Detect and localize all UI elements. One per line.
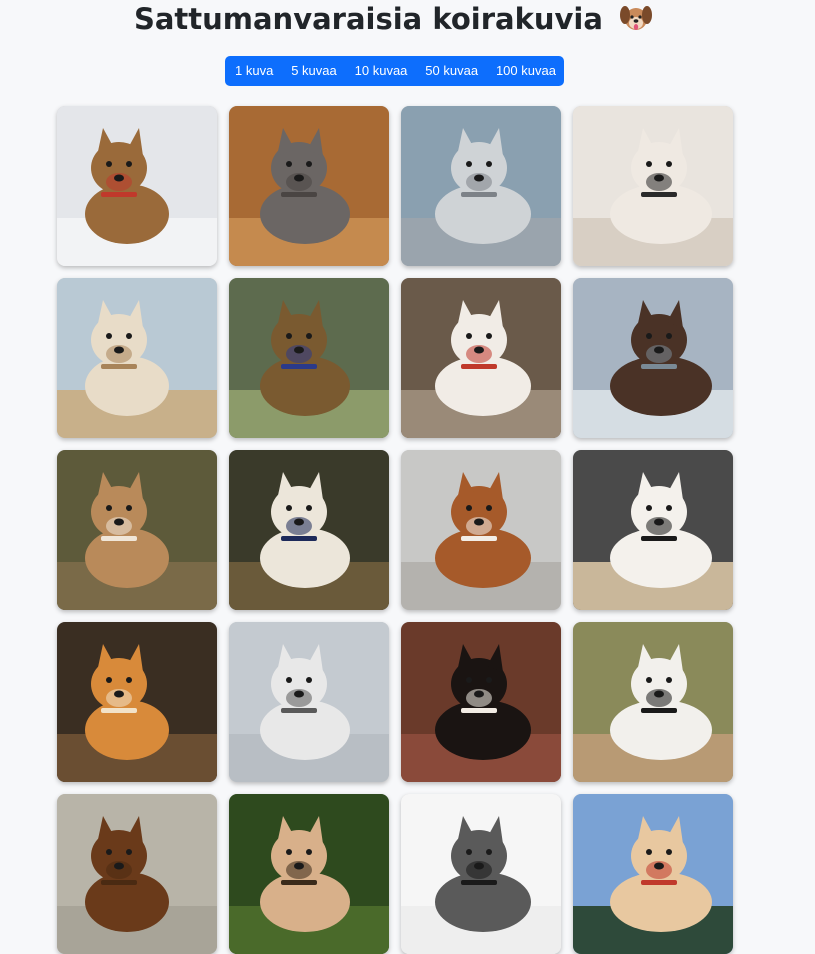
button-1-image[interactable]: 1 kuva xyxy=(235,56,273,86)
button-100-images[interactable]: 100 kuvaa xyxy=(496,56,556,86)
dog-image-dog-by-lake xyxy=(573,278,733,438)
dog-image-corgi-tricolor xyxy=(401,278,561,438)
dog-image-grey-poodle-on-floor xyxy=(229,106,389,266)
dog-image-white-fluffy-dog xyxy=(573,106,733,266)
page-title: Sattumanvaraisia koirakuvia xyxy=(0,0,787,38)
dog-image-swiss-mountain-dog xyxy=(401,622,561,782)
page-title-text: Sattumanvaraisia koirakuvia xyxy=(133,2,603,36)
dog-image-white-dog-standing xyxy=(57,278,217,438)
dog-image-husky-closeup xyxy=(401,106,561,266)
image-count-button-group: 1 kuva 5 kuvaa 10 kuvaa 50 kuvaa 100 kuv… xyxy=(225,56,564,86)
dog-image-french-bulldog-sitting xyxy=(573,622,733,782)
dog-image-grid xyxy=(57,106,737,954)
dog-face-icon xyxy=(619,2,653,34)
dog-image-akita-in-snow xyxy=(573,794,733,954)
dog-image-beagle-outdoors xyxy=(57,450,217,610)
dog-image-cocker-spaniel xyxy=(57,794,217,954)
dog-image-malinois-in-grass xyxy=(229,278,389,438)
dog-image-keeshond xyxy=(401,794,561,954)
dog-image-white-dog-lying xyxy=(573,450,733,610)
button-10-images[interactable]: 10 kuvaa xyxy=(355,56,408,86)
button-50-images[interactable]: 50 kuvaa xyxy=(425,56,478,86)
dog-image-malamute-closeup xyxy=(229,622,389,782)
dog-image-brown-mix-in-snow xyxy=(57,106,217,266)
dog-image-pharaoh-hound xyxy=(229,794,389,954)
dog-image-shiba-inu xyxy=(57,622,217,782)
dog-image-white-dog-with-bandana xyxy=(229,450,389,610)
button-5-images[interactable]: 5 kuvaa xyxy=(291,56,337,86)
dog-image-saint-bernard-puppy xyxy=(401,450,561,610)
